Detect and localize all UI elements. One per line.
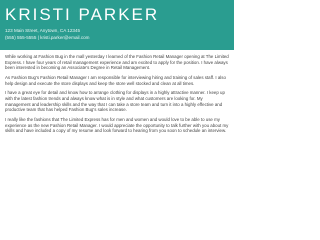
letter-paragraph: While working at Fashion Bug in the mall… [5,54,229,71]
cover-letter-page: KRISTI PARKER 123 Main Street, Anytown, … [0,0,234,216]
letter-paragraph: As Fashion Bug's Fashion Retail Manager … [5,74,226,86]
letter-body: While working at Fashion Bug in the mall… [5,54,229,138]
letter-paragraph: I really like the fashions that The Limi… [5,116,229,134]
applicant-name: KRISTI PARKER [5,5,160,24]
contact-info: 123 Main Street, Anytown, CA 12345 (555)… [5,28,229,41]
letter-paragraph: I have a great eye for detail and know h… [5,90,225,113]
contact-line: (555) 555-5555 | kristi.parker@email.com [5,34,90,40]
letter-header: KRISTI PARKER 123 Main Street, Anytown, … [0,0,234,50]
